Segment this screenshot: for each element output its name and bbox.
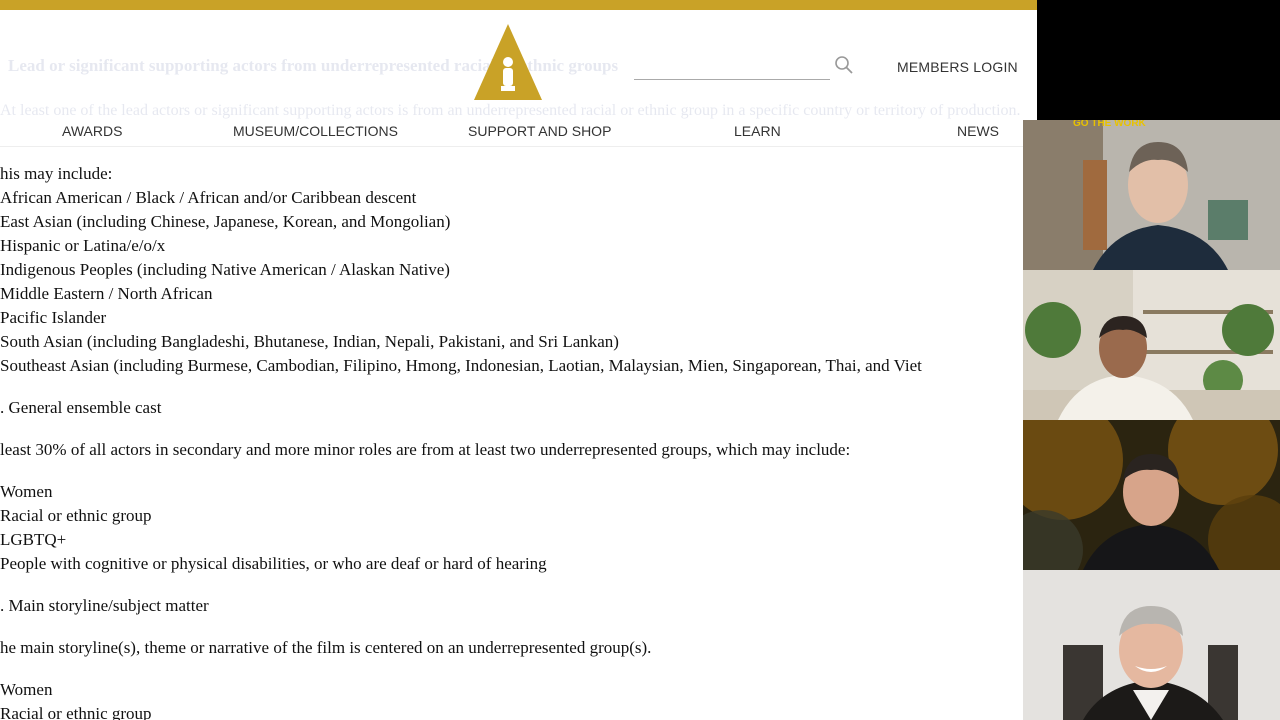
search-icon[interactable]: [834, 55, 854, 75]
group-item: South Asian (including Bangladeshi, Bhut…: [0, 332, 619, 351]
list-item: Women: [0, 482, 53, 501]
nav-museum-collections[interactable]: MUSEUM/COLLECTIONS: [233, 123, 398, 139]
group-item: Southeast Asian (including Burmese, Camb…: [0, 356, 922, 375]
video-panel-top: [1045, 0, 1280, 120]
list-item: Women: [0, 680, 53, 699]
header-bar: [0, 0, 1037, 10]
section-b-title: . General ensemble cast: [0, 398, 162, 417]
group-item: East Asian (including Chinese, Japanese,…: [0, 212, 451, 231]
oscars-logo[interactable]: [474, 24, 542, 100]
members-login-link[interactable]: MEMBERS LOGIN: [897, 59, 1018, 75]
group-item: African American / Black / African and/o…: [0, 188, 417, 207]
nav-news[interactable]: NEWS: [957, 123, 999, 139]
intro-text: his may include:: [0, 164, 113, 183]
main-nav: AWARDS MUSEUM/COLLECTIONS SUPPORT AND SH…: [0, 118, 1037, 147]
list-item: Racial or ethnic group: [0, 506, 152, 525]
group-item: Pacific Islander: [0, 308, 107, 327]
section-b-text: least 30% of all actors in secondary and…: [0, 440, 851, 459]
participant-video-1[interactable]: GO THE WORK: [1023, 120, 1280, 270]
list-item: People with cognitive or physical disabi…: [0, 554, 547, 573]
nav-awards[interactable]: AWARDS: [62, 123, 122, 139]
group-item: Indigenous Peoples (including Native Ame…: [0, 260, 450, 279]
nav-learn[interactable]: LEARN: [734, 123, 781, 139]
list-item: Racial or ethnic group: [0, 704, 152, 720]
nav-support-and-shop[interactable]: SUPPORT AND SHOP: [468, 123, 611, 139]
group-item: Middle Eastern / North African: [0, 284, 213, 303]
group-item: Hispanic or Latina/e/o/x: [0, 236, 166, 255]
list-item: LGBTQ+: [0, 530, 67, 549]
search-input[interactable]: [634, 79, 830, 80]
participant-video-2[interactable]: [1023, 270, 1280, 420]
participant-video-4[interactable]: [1023, 570, 1280, 720]
participant-video-3[interactable]: [1023, 420, 1280, 570]
section-c-text: he main storyline(s), theme or narrative…: [0, 638, 652, 657]
video-caption: GO THE WORK: [1073, 120, 1147, 129]
browser-page: Lead or significant supporting actors fr…: [0, 0, 1037, 720]
section-c-title: . Main storyline/subject matter: [0, 596, 209, 615]
